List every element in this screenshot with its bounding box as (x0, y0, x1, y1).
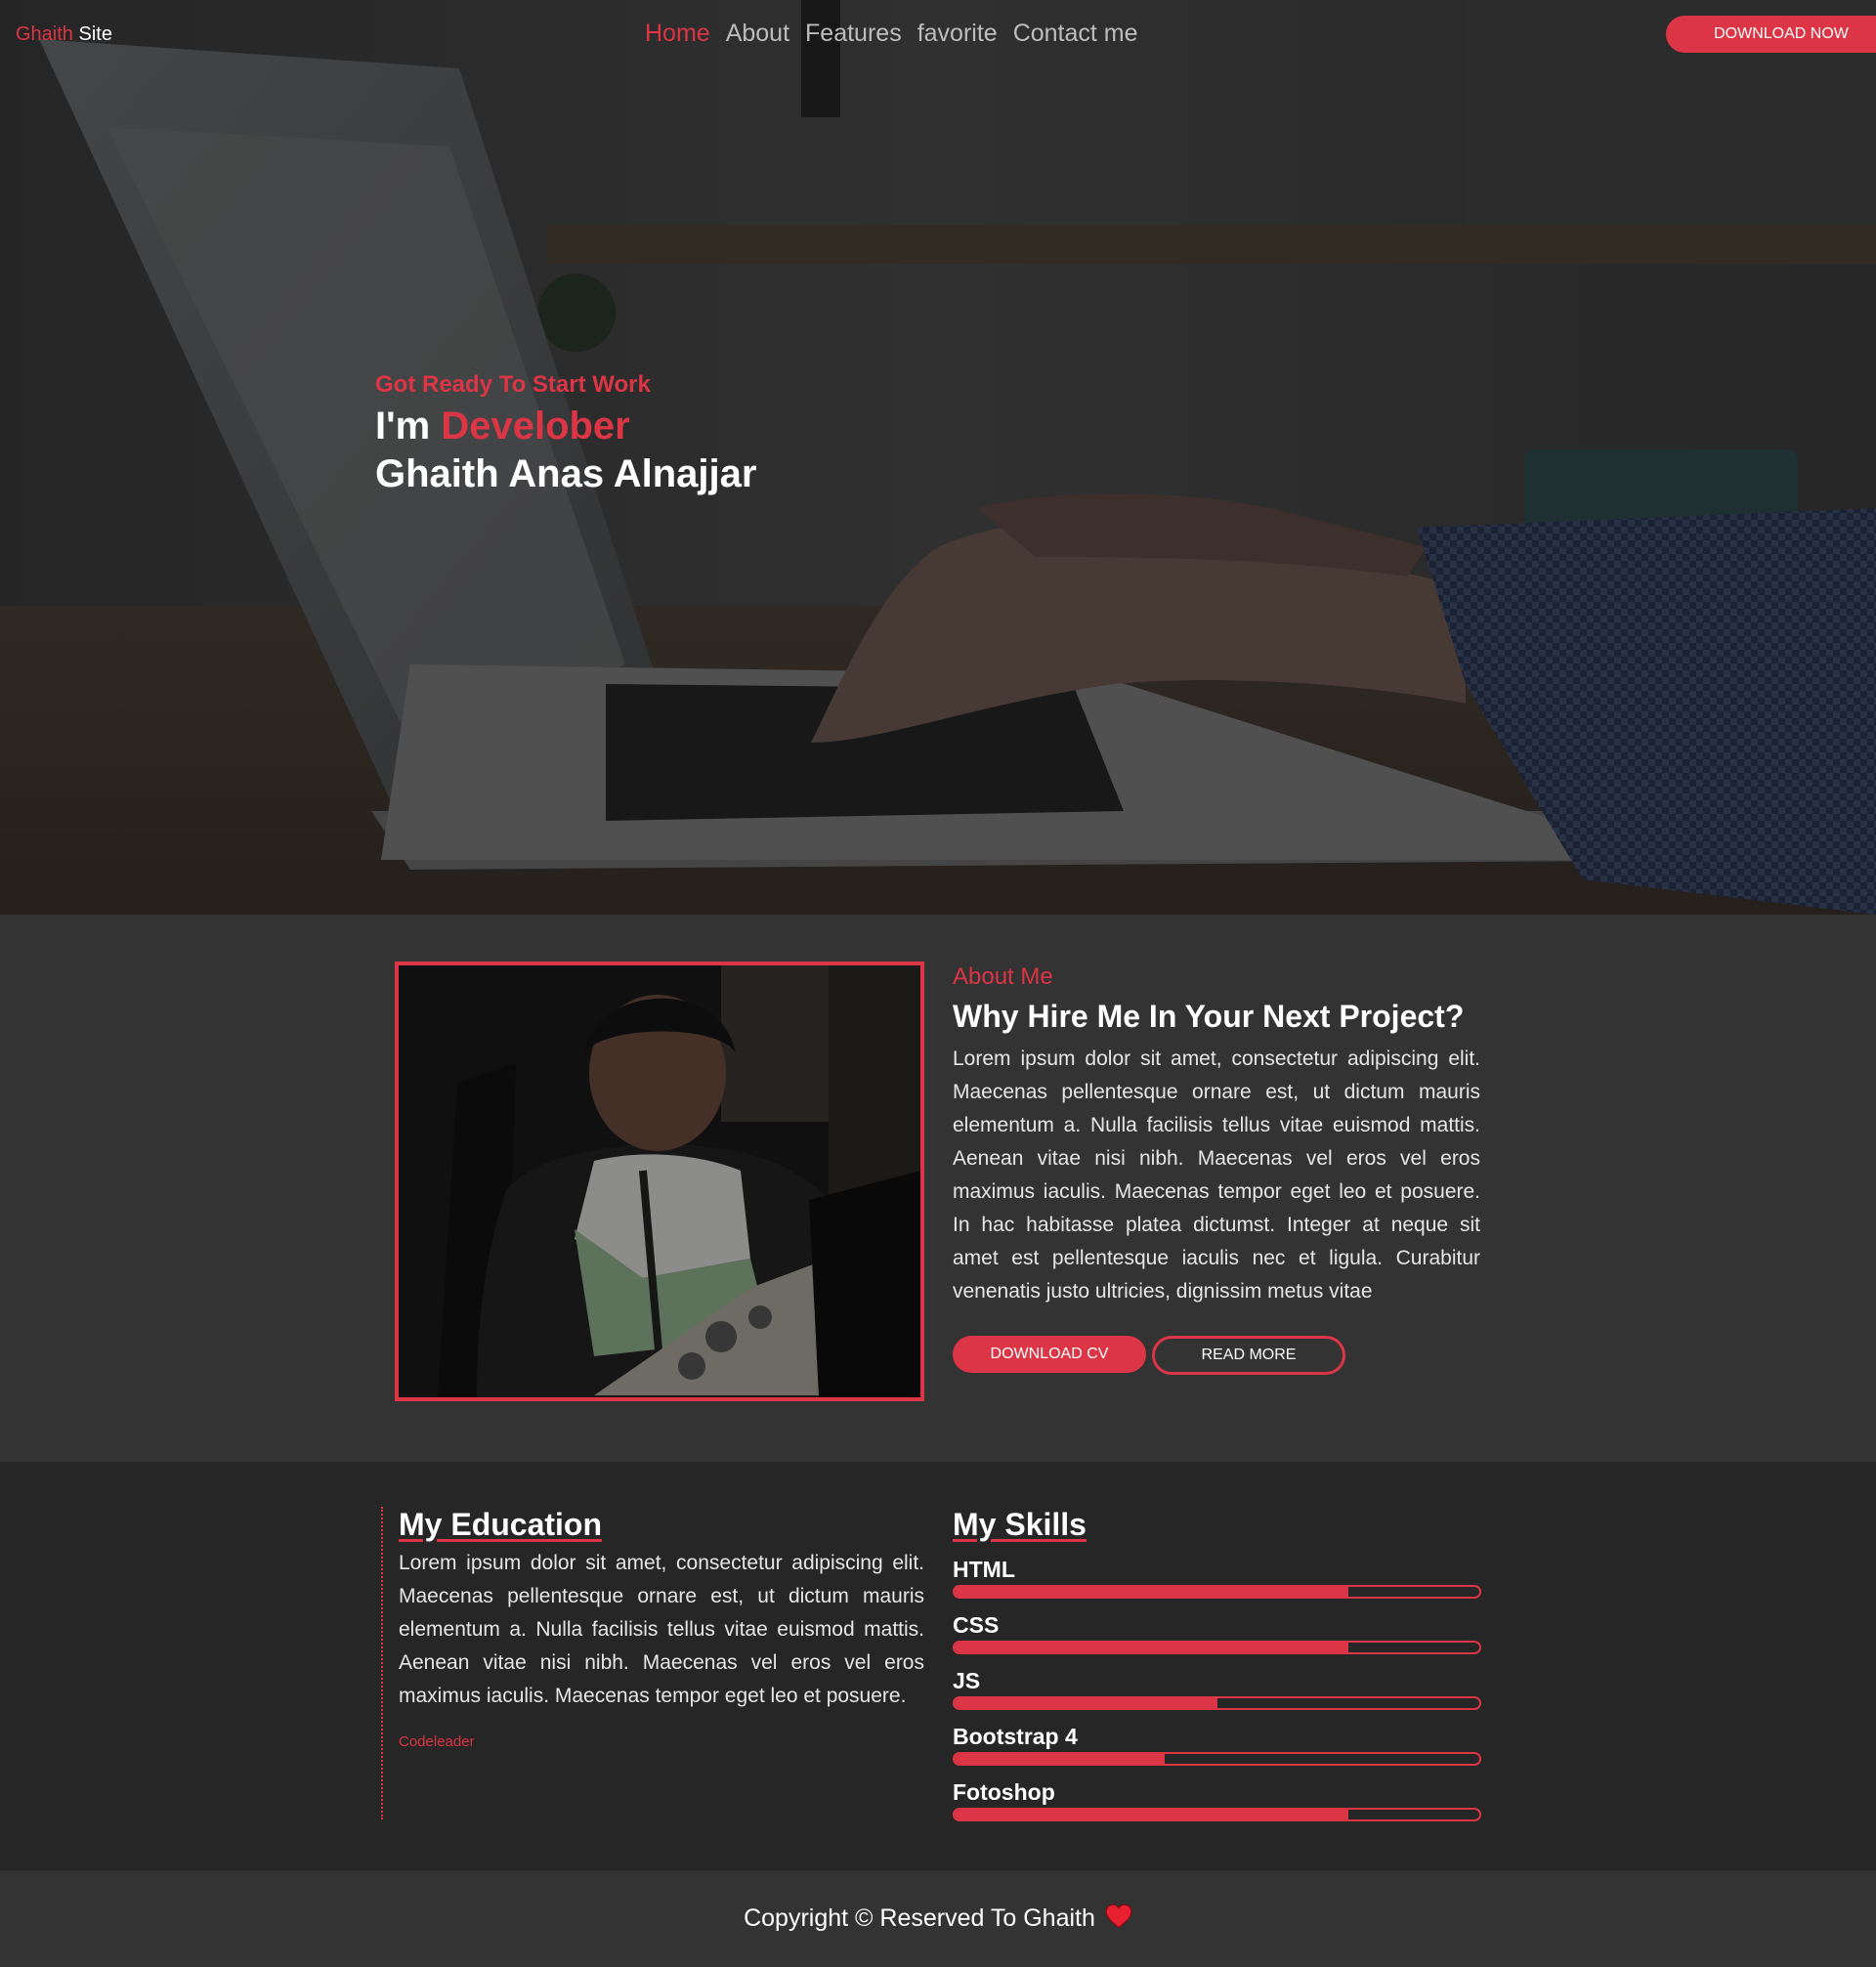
nav-link-favorite[interactable]: favorite (917, 20, 998, 48)
skill-progress-fill (955, 1754, 1165, 1764)
education-footnote: Codeleader (399, 1733, 475, 1750)
about-title: Why Hire Me In Your Next Project? (953, 999, 1465, 1034)
skill-progress-fill (955, 1587, 1348, 1597)
hero-section: Ghaith Site Home About Features favorite… (0, 0, 1876, 915)
skills-block: My Skills HTML CSS JS Bootstrap 4 Fotosh… (953, 1507, 1481, 1821)
skill-progress-bar (953, 1585, 1481, 1599)
education-block: My Education Lorem ipsum dolor sit amet,… (381, 1507, 924, 1819)
skill-name: CSS (953, 1612, 1000, 1638)
nav-link-about[interactable]: About (726, 20, 789, 48)
hero-heading-line1: I'm Develober (375, 405, 756, 449)
skill-name: Bootstrap 4 (953, 1724, 1078, 1749)
download-cv-button[interactable]: DOWNLOAD CV (953, 1336, 1146, 1373)
profile-photo (395, 962, 924, 1401)
skill-item: HTML (953, 1557, 1481, 1599)
hero-text: Got Ready To Start Work I'm Develober Gh… (375, 371, 756, 496)
skill-progress-bar (953, 1641, 1481, 1654)
skill-item: Bootstrap 4 (953, 1724, 1481, 1766)
navbar: Ghaith Site Home About Features favorite… (0, 0, 1876, 70)
heart-icon (1105, 1903, 1132, 1934)
nav-link-contact[interactable]: Contact me (1013, 20, 1138, 48)
skill-name: HTML (953, 1557, 1015, 1582)
skill-name: Fotoshop (953, 1779, 1055, 1805)
skill-progress-bar (953, 1696, 1481, 1710)
skill-item: JS (953, 1668, 1481, 1710)
profile-photo-image (399, 965, 920, 1397)
about-buttons: DOWNLOAD CV READ MORE (953, 1336, 1480, 1375)
education-skills-section: My Education Lorem ipsum dolor sit amet,… (0, 1462, 1876, 1870)
copyright-text: Copyright © Reserved To Ghaith (744, 1904, 1095, 1932)
hero-role: Develober (441, 405, 630, 448)
skill-progress-fill (955, 1643, 1348, 1652)
education-paragraph: Lorem ipsum dolor sit amet, consectetur … (399, 1552, 924, 1707)
about-paragraph: Lorem ipsum dolor sit amet, consectetur … (953, 1048, 1480, 1303)
read-more-button[interactable]: READ MORE (1152, 1336, 1345, 1375)
hero-prefix: I'm (375, 405, 431, 448)
hero-eyebrow: Got Ready To Start Work (375, 371, 651, 398)
skills-title: My Skills (953, 1507, 1087, 1542)
about-section: About Me Why Hire Me In Your Next Projec… (0, 915, 1876, 1462)
nav-link-home[interactable]: Home (645, 20, 710, 48)
education-title: My Education (399, 1507, 603, 1542)
hero-name: Ghaith Anas Alnajjar (375, 452, 757, 495)
skill-progress-fill (955, 1810, 1348, 1819)
skill-name: JS (953, 1668, 981, 1693)
nav-link-features[interactable]: Features (805, 20, 902, 48)
skill-progress-bar (953, 1808, 1481, 1821)
hero-background-image (0, 0, 1876, 915)
brand-accent: Ghaith (16, 23, 73, 45)
brand-rest: Site (78, 23, 112, 45)
skill-item: CSS (953, 1612, 1481, 1654)
skill-item: Fotoshop (953, 1779, 1481, 1821)
brand-logo[interactable]: Ghaith Site (16, 23, 112, 46)
about-text: About Me Why Hire Me In Your Next Projec… (953, 963, 1480, 1375)
skill-progress-fill (955, 1698, 1217, 1708)
skill-progress-bar (953, 1752, 1481, 1766)
skills-list: HTML CSS JS Bootstrap 4 Fotoshop (953, 1557, 1481, 1821)
footer: Copyright © Reserved To Ghaith (0, 1870, 1876, 1967)
download-now-button[interactable]: DOWNLOAD NOW (1666, 16, 1876, 53)
nav-links: Home About Features favorite Contact me (645, 20, 1138, 48)
about-eyebrow: About Me (953, 963, 1053, 990)
